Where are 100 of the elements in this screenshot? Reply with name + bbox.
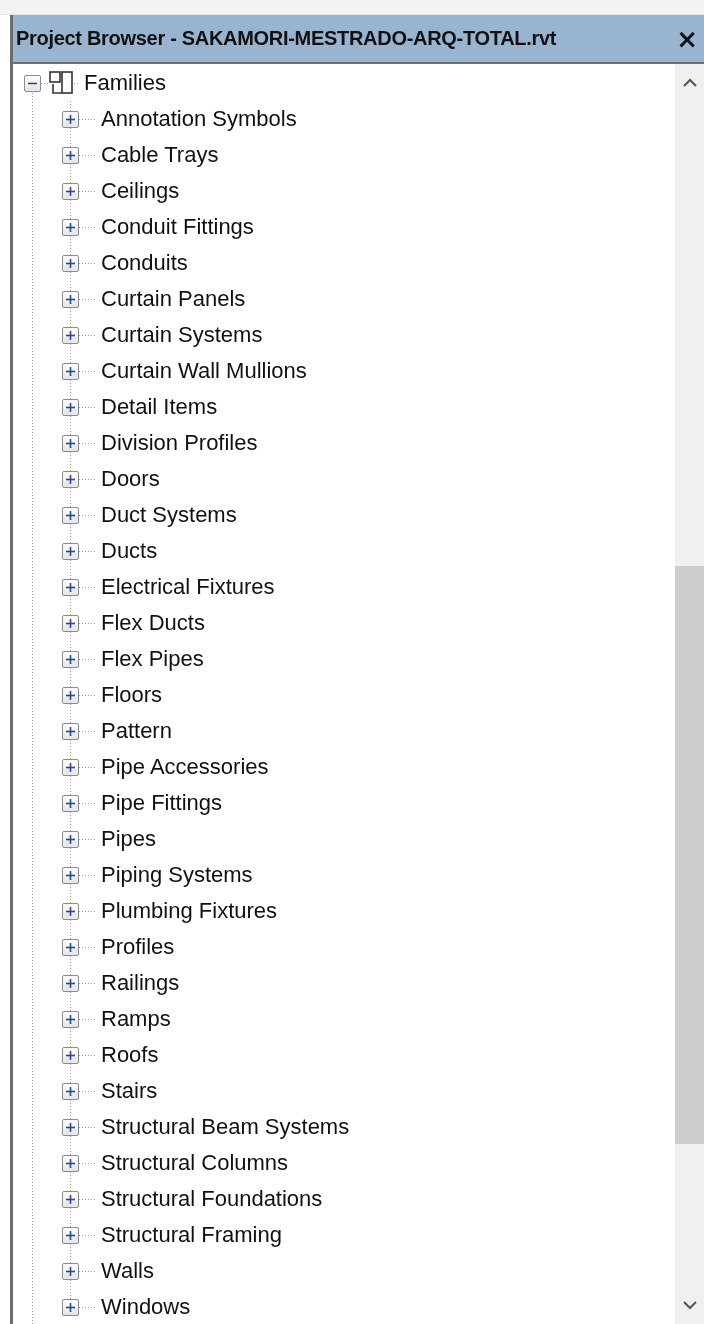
tree-item[interactable]: Pipes bbox=[101, 826, 157, 852]
plus-icon bbox=[65, 1085, 76, 1097]
tree-item[interactable]: Doors bbox=[101, 466, 160, 492]
expander-button[interactable] bbox=[62, 290, 79, 308]
plus-icon bbox=[65, 113, 76, 125]
plus-icon bbox=[65, 221, 76, 233]
tree-item[interactable]: Windows bbox=[101, 1294, 191, 1320]
tree-item[interactable]: Detail Items bbox=[101, 394, 218, 420]
expander-button[interactable] bbox=[62, 686, 79, 704]
tree-item[interactable]: Division Profiles bbox=[101, 430, 258, 456]
tree-item[interactable]: Cable Trays bbox=[101, 142, 219, 168]
tree-item[interactable]: Structural Framing bbox=[101, 1222, 282, 1248]
plus-icon bbox=[65, 1013, 76, 1025]
plus-icon bbox=[65, 977, 76, 989]
expander-button[interactable] bbox=[62, 902, 79, 920]
expander-button[interactable] bbox=[62, 326, 79, 344]
tree-item[interactable]: Flex Pipes bbox=[101, 646, 204, 672]
plus-icon bbox=[65, 185, 76, 197]
expander-button[interactable] bbox=[62, 362, 79, 380]
expander-button[interactable] bbox=[62, 974, 79, 992]
tree-item[interactable]: Curtain Systems bbox=[101, 322, 263, 348]
plus-icon bbox=[65, 941, 76, 953]
tree-item[interactable]: Floors bbox=[101, 682, 163, 708]
tree-item[interactable]: Curtain Panels bbox=[101, 286, 246, 312]
tree-item[interactable]: Pipe Accessories bbox=[101, 754, 269, 780]
tree-item[interactable]: Roofs bbox=[101, 1042, 159, 1068]
tree-item[interactable]: Conduit Fittings bbox=[101, 214, 254, 240]
tree-item[interactable]: Families bbox=[84, 70, 166, 96]
expander-button[interactable] bbox=[62, 614, 79, 632]
plus-icon bbox=[65, 545, 76, 557]
expander-button[interactable] bbox=[62, 1046, 79, 1064]
tree-item[interactable]: Walls bbox=[101, 1258, 154, 1284]
plus-icon bbox=[65, 329, 76, 341]
expander-button[interactable] bbox=[62, 1118, 79, 1136]
plus-icon bbox=[65, 401, 76, 413]
plus-icon bbox=[65, 869, 76, 881]
tree-item[interactable]: Structural Beam Systems bbox=[101, 1114, 350, 1140]
expander-button[interactable] bbox=[62, 434, 79, 452]
expander-button[interactable] bbox=[62, 542, 79, 560]
tree-item[interactable]: Pattern bbox=[101, 718, 172, 744]
plus-icon bbox=[65, 653, 76, 665]
expander-button[interactable] bbox=[62, 470, 79, 488]
scrollbar[interactable] bbox=[675, 64, 704, 1324]
expander-button[interactable] bbox=[62, 1190, 79, 1208]
tree-item[interactable]: Profiles bbox=[101, 934, 175, 960]
tree-item[interactable]: Piping Systems bbox=[101, 862, 253, 888]
expander-button[interactable] bbox=[62, 722, 79, 740]
expander-button[interactable] bbox=[62, 1226, 79, 1244]
scroll-up-icon[interactable] bbox=[682, 78, 697, 87]
expander-button[interactable] bbox=[62, 1262, 79, 1280]
expander-button[interactable] bbox=[62, 1154, 79, 1172]
plus-icon bbox=[65, 725, 76, 737]
expander-button[interactable] bbox=[24, 74, 41, 92]
expander-button[interactable] bbox=[62, 830, 79, 848]
expander-button[interactable] bbox=[62, 1010, 79, 1028]
plus-icon bbox=[65, 1121, 76, 1133]
tree-item[interactable]: Ramps bbox=[101, 1006, 171, 1032]
tree-item[interactable]: Pipe Fittings bbox=[101, 790, 223, 816]
expander-button[interactable] bbox=[62, 254, 79, 272]
tree-item[interactable]: Structural Columns bbox=[101, 1150, 289, 1176]
tree-item[interactable]: Railings bbox=[101, 970, 180, 996]
expander-button[interactable] bbox=[62, 146, 79, 164]
expander-button[interactable] bbox=[62, 1298, 79, 1316]
scroll-down-icon[interactable] bbox=[682, 1301, 697, 1310]
tree-item[interactable]: Structural Foundations bbox=[101, 1186, 323, 1212]
expander-button[interactable] bbox=[62, 758, 79, 776]
family-icon bbox=[49, 71, 74, 95]
tree-item[interactable]: Curtain Wall Mullions bbox=[101, 358, 307, 384]
expander-button[interactable] bbox=[62, 794, 79, 812]
expander-button[interactable] bbox=[62, 398, 79, 416]
plus-icon bbox=[65, 437, 76, 449]
expander-button[interactable] bbox=[62, 578, 79, 596]
expander-button[interactable] bbox=[62, 182, 79, 200]
expander-button[interactable] bbox=[62, 1082, 79, 1100]
tree-item[interactable]: Conduits bbox=[101, 250, 188, 276]
plus-icon bbox=[65, 1301, 76, 1313]
tree-item[interactable]: Annotation Symbols bbox=[101, 106, 297, 132]
scrollbar-thumb[interactable] bbox=[675, 566, 704, 1144]
close-button[interactable]: × bbox=[676, 25, 698, 52]
expander-button[interactable] bbox=[62, 866, 79, 884]
tree-item[interactable]: Duct Systems bbox=[101, 502, 237, 528]
expander-button[interactable] bbox=[62, 110, 79, 128]
plus-icon bbox=[65, 905, 76, 917]
tree-item[interactable]: Flex Ducts bbox=[101, 610, 205, 636]
tree-item[interactable]: Stairs bbox=[101, 1078, 158, 1104]
plus-icon bbox=[65, 293, 76, 305]
plus-icon bbox=[65, 1049, 76, 1061]
expander-button[interactable] bbox=[62, 650, 79, 668]
panel-title: Project Browser - SAKAMORI-MESTRADO-ARQ-TOTAL.rvt bbox=[16, 27, 557, 50]
tree-item[interactable]: Electrical Fixtures bbox=[101, 574, 275, 600]
plus-icon bbox=[65, 1157, 76, 1169]
expander-button[interactable] bbox=[62, 938, 79, 956]
expander-button[interactable] bbox=[62, 218, 79, 236]
plus-icon bbox=[65, 1265, 76, 1277]
tree-item[interactable]: Plumbing Fixtures bbox=[101, 898, 278, 924]
expander-button[interactable] bbox=[62, 506, 79, 524]
tree-item[interactable]: Ducts bbox=[101, 538, 158, 564]
plus-icon bbox=[65, 473, 76, 485]
plus-icon bbox=[65, 257, 76, 269]
tree-item[interactable]: Ceilings bbox=[101, 178, 180, 204]
